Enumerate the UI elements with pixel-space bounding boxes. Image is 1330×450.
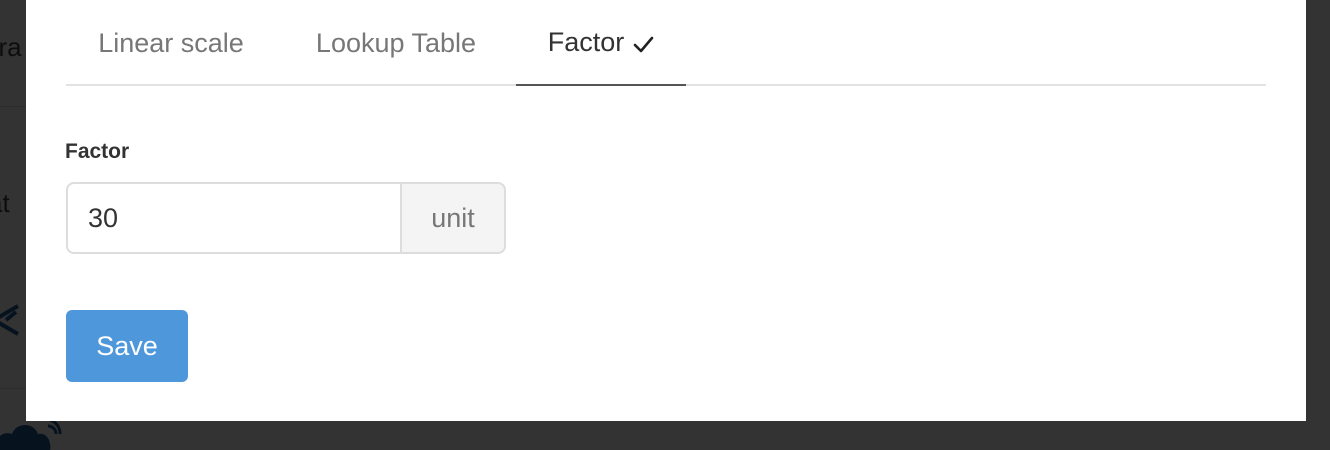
tab-lookup-table[interactable]: Lookup Table: [284, 0, 508, 86]
tab-label: Lookup Table: [315, 27, 477, 58]
factor-input[interactable]: [66, 182, 400, 254]
check-icon: [632, 31, 654, 53]
tab-bar: Linear scale Lookup Table Factor: [66, 0, 1266, 86]
factor-field-label: Factor: [65, 140, 130, 163]
unit-addon: unit: [400, 182, 506, 254]
tab-label: Linear scale: [98, 27, 244, 58]
save-button[interactable]: Save: [66, 310, 188, 382]
tab-linear-scale[interactable]: Linear scale: [66, 0, 276, 86]
factor-input-group: unit: [66, 182, 506, 254]
tab-label: Factor: [547, 26, 625, 57]
modal-dialog: Linear scale Lookup Table Factor Factor …: [26, 0, 1306, 421]
tab-factor[interactable]: Factor: [516, 0, 686, 86]
